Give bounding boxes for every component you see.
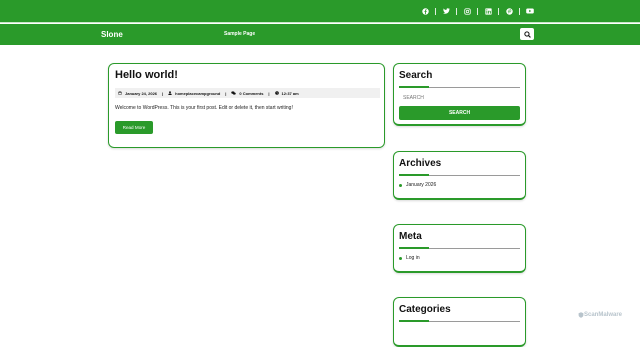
post-author[interactable]: homeplacecampground (175, 91, 220, 96)
post-card: Hello world! January 24, 2026 | homeplac… (108, 63, 385, 148)
facebook-icon[interactable] (421, 7, 429, 15)
archives-widget-title: Archives (399, 158, 441, 169)
top-bar (0, 0, 640, 23)
watermark-label: ScanMalware (584, 312, 622, 318)
search-input[interactable] (399, 93, 520, 103)
archive-item[interactable]: January 2026 (399, 182, 436, 188)
social-links (415, 7, 540, 15)
site-title[interactable]: Slone (101, 30, 123, 39)
archive-item-label[interactable]: January 2026 (406, 182, 436, 188)
user-icon (168, 91, 172, 95)
bullet-icon (399, 184, 402, 187)
instagram-icon[interactable] (463, 7, 471, 15)
search-submit-button[interactable]: SEARCH (399, 106, 520, 120)
linkedin-icon[interactable] (484, 7, 492, 15)
search-icon (524, 31, 531, 38)
youtube-icon[interactable] (526, 7, 534, 15)
categories-widget-title: Categories (399, 304, 451, 315)
widget-divider (399, 321, 520, 322)
twitter-icon[interactable] (442, 7, 450, 15)
meta-widget: Meta Log in (393, 224, 526, 273)
calendar-icon (118, 91, 122, 95)
bullet-icon (399, 257, 402, 260)
search-widget-title: Search (399, 70, 432, 81)
post-time: 12:37 am (282, 91, 299, 96)
archives-widget: Archives January 2026 (393, 151, 526, 200)
read-more-button[interactable]: Read More (115, 121, 153, 134)
categories-widget: Categories (393, 297, 526, 347)
post-meta: January 24, 2026 | homeplacecampground |… (115, 88, 380, 98)
widget-divider (399, 175, 520, 176)
header-search-button[interactable] (520, 28, 534, 40)
meta-item[interactable]: Log in (399, 255, 420, 261)
meta-widget-title: Meta (399, 231, 422, 242)
comments-icon (231, 91, 236, 95)
search-widget: Search SEARCH (393, 63, 526, 126)
watermark: ScanMalware (578, 312, 622, 318)
post-date[interactable]: January 24, 2026 (125, 91, 157, 96)
pinterest-icon[interactable] (505, 7, 513, 15)
post-comments[interactable]: 0 Comments (239, 91, 263, 96)
post-title[interactable]: Hello world! (115, 69, 178, 81)
clock-icon (275, 91, 279, 95)
meta-item-label[interactable]: Log in (406, 255, 420, 261)
main-navigation: Slone Sample Page (0, 24, 640, 45)
nav-item-sample-page[interactable]: Sample Page (224, 31, 255, 37)
post-excerpt: Welcome to WordPress. This is your first… (115, 105, 293, 111)
widget-divider (399, 87, 520, 88)
widget-divider (399, 248, 520, 249)
